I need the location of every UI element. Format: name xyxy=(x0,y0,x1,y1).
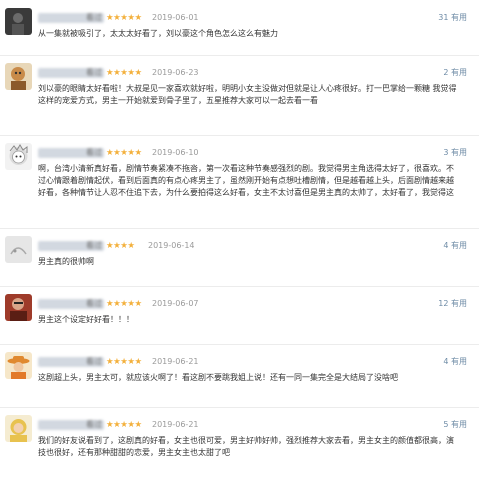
rating-stars: ★★★★ xyxy=(106,241,135,251)
review-item: 看过 ★★★★★ 2019-06-23 2 有用刘以豪的眼睛太好看啦！大叔是见一家喜欢… xyxy=(0,55,479,136)
review-date: 2019-06-01 xyxy=(152,13,199,22)
avatar[interactable] xyxy=(5,63,32,90)
avatar[interactable] xyxy=(5,8,32,35)
useful-vote-button[interactable]: 12 有用 xyxy=(438,299,467,309)
review-content: 从一集就被吸引了，太太太好看了，刘以豪这个角色怎么这么有魅力 xyxy=(38,29,278,38)
review-item: 看过 ★★★★★ 2019-06-10 3 有用啊，台湾小清新真好看，剧情节奏紧凑不拖… xyxy=(0,135,479,229)
username[interactable]: 看过 xyxy=(38,357,104,367)
review-item: 看过 ★★★★★ 2019-06-21 5 有用我们的好友说看到了，这剧真的好看，女主… xyxy=(0,407,479,480)
useful-vote-button[interactable]: 2 有用 xyxy=(443,68,467,78)
review-content: 刘以豪的眼睛太好看啦！大叔是见一家喜欢就好啦，明明小女主没做对但就是让人心疼很好… xyxy=(38,84,457,105)
username[interactable]: 看过 xyxy=(38,68,104,78)
review-date: 2019-06-21 xyxy=(152,357,199,366)
useful-vote-button[interactable]: 4 有用 xyxy=(443,241,467,251)
review-date: 2019-06-07 xyxy=(152,299,199,308)
review-content: 我们的好友说看到了，这剧真的好看，女主也很可爱，男主好帅好帅，强烈推荐大家去看，… xyxy=(38,436,454,457)
review-content: 男主这个设定好好看！！！ xyxy=(38,315,134,324)
avatar[interactable] xyxy=(5,415,32,442)
review-item: 看过 ★★★★★ 2019-06-21 4 有用这剧超上头，男主太可，就应该火啊了！看… xyxy=(0,344,479,408)
username[interactable]: 看过 xyxy=(38,299,104,309)
review-date: 2019-06-23 xyxy=(152,68,199,77)
useful-vote-button[interactable]: 3 有用 xyxy=(443,148,467,158)
review-date: 2019-06-21 xyxy=(152,420,199,429)
username[interactable]: 看过 xyxy=(38,148,104,158)
rating-stars: ★★★★★ xyxy=(106,68,142,78)
avatar[interactable] xyxy=(5,143,32,170)
useful-vote-button[interactable]: 5 有用 xyxy=(443,420,467,430)
useful-vote-button[interactable]: 4 有用 xyxy=(443,357,467,367)
useful-vote-button[interactable]: 31 有用 xyxy=(438,13,467,23)
rating-stars: ★★★★★ xyxy=(106,357,142,367)
review-item: 看过 ★★★★★ 2019-06-07 12 有用男主这个设定好好看！！！ xyxy=(0,286,479,345)
review-date: 2019-06-10 xyxy=(152,148,199,157)
rating-stars: ★★★★★ xyxy=(106,420,142,430)
avatar[interactable] xyxy=(5,236,32,263)
username[interactable]: 看过 xyxy=(38,13,104,23)
review-list: 看过 ★★★★★ 2019-06-01 31 有用 从一集就被吸引了，太太太好看了，刘以… xyxy=(0,0,479,480)
review-content: 这剧超上头，男主太可，就应该火啊了！看这剧不要跳我姐上说！还有一同一集完全是大结… xyxy=(38,373,398,382)
review-item: 看过 ★★★★★ 2019-06-01 31 有用从一集就被吸引了，太太太好看了，刘以… xyxy=(0,0,479,56)
rating-stars: ★★★★★ xyxy=(106,13,142,23)
review-item: 看过 ★★★★ 2019-06-14 4 有用男主真的很帅啊 xyxy=(0,228,479,287)
rating-stars: ★★★★★ xyxy=(106,148,142,158)
review-content: 男主真的很帅啊 xyxy=(38,257,94,266)
avatar[interactable] xyxy=(5,352,32,379)
rating-stars: ★★★★★ xyxy=(106,299,142,309)
username[interactable]: 看过 xyxy=(38,420,104,430)
review-date: 2019-06-14 xyxy=(148,241,195,250)
avatar[interactable] xyxy=(5,294,32,321)
username[interactable]: 看过 xyxy=(38,241,104,251)
review-content: 啊，台湾小清新真好看，剧情节奏紧凑不拖沓，第一次看这种节奏感强烈的剧。我觉得男主… xyxy=(38,164,454,197)
